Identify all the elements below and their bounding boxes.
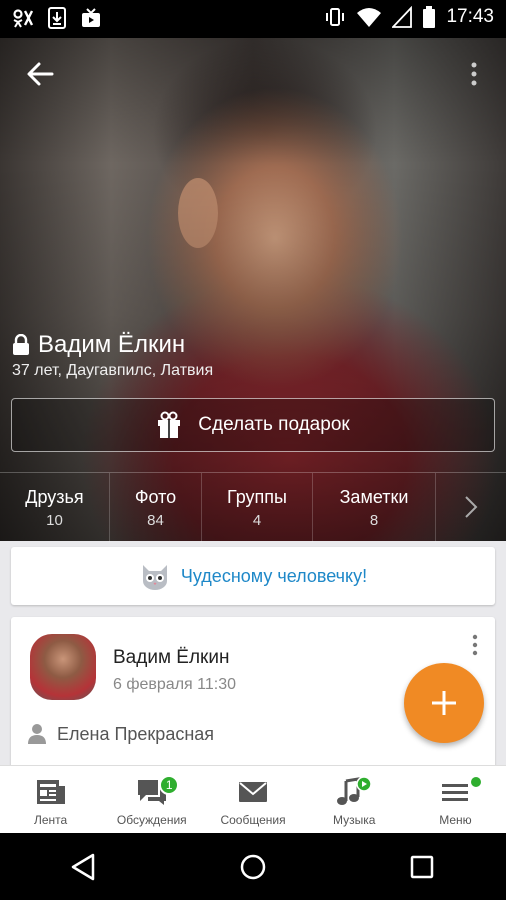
status-bar: 17:43 xyxy=(0,0,506,38)
nav-home-icon[interactable] xyxy=(238,852,268,882)
make-gift-label: Сделать подарок xyxy=(198,414,350,435)
post-with-user[interactable]: Елена Прекрасная xyxy=(27,723,214,745)
status-text: Чудесному человечку! xyxy=(180,565,368,586)
stat-label: Заметки xyxy=(339,486,409,507)
profile-cover-photo[interactable] xyxy=(0,38,506,541)
tab-feed[interactable]: Лента xyxy=(0,766,101,833)
profile-name-row: Вадим Ёлкин xyxy=(12,331,185,359)
plus-icon xyxy=(432,691,456,715)
avatar[interactable] xyxy=(30,634,96,700)
wifi-icon xyxy=(357,8,382,27)
tab-music[interactable]: Музыка xyxy=(304,766,405,833)
stat-value: 4 xyxy=(252,511,262,529)
stat-value: 84 xyxy=(147,511,164,529)
post-author[interactable]: Вадим Ёлкин xyxy=(113,647,229,669)
more-options-button[interactable] xyxy=(464,60,484,90)
menu-icon xyxy=(442,784,469,801)
with-user-name: Елена Прекрасная xyxy=(57,723,215,744)
stat-label: Друзья xyxy=(25,486,84,507)
signal-icon xyxy=(392,6,413,28)
stat-label: Группы xyxy=(227,486,287,507)
stat-value: 8 xyxy=(369,511,379,529)
arrow-back-icon xyxy=(27,62,54,86)
cover-photo-detail xyxy=(178,178,218,248)
status-time: 17:43 xyxy=(446,6,494,27)
stat-value: 10 xyxy=(46,511,63,529)
bottom-tab-bar: Лента 1 Обсуждения Сообщения Музыка Меню xyxy=(0,765,506,833)
download-icon xyxy=(48,7,66,29)
messages-icon xyxy=(239,782,267,802)
tab-label: Музыка xyxy=(332,813,376,827)
back-button[interactable] xyxy=(22,56,58,92)
tab-label: Сообщения xyxy=(220,813,286,827)
stats-scroll-button[interactable] xyxy=(436,473,506,541)
media-icon xyxy=(82,8,100,27)
tab-menu[interactable]: Меню xyxy=(405,766,506,833)
person-icon xyxy=(28,724,46,744)
stat-notes[interactable]: Заметки 8 xyxy=(313,473,436,542)
menu-notification-dot xyxy=(468,775,483,789)
odnoklassniki-icon xyxy=(13,9,34,28)
vibrate-icon xyxy=(326,8,345,26)
tab-label: Обсуждения xyxy=(116,813,187,827)
tab-messages[interactable]: Сообщения xyxy=(202,766,303,833)
cat-sticker-icon xyxy=(142,565,167,590)
battery-icon xyxy=(423,6,436,28)
discussions-badge: 1 xyxy=(159,775,180,795)
stat-label: Фото xyxy=(134,486,177,507)
chevron-right-icon xyxy=(465,496,478,518)
profile-stats: Друзья 10 Фото 84 Группы 4 Заметки 8 xyxy=(0,472,506,542)
tab-label: Меню xyxy=(439,813,472,827)
stat-groups[interactable]: Группы 4 xyxy=(202,473,313,542)
add-fab-button[interactable] xyxy=(404,663,484,743)
gift-icon xyxy=(158,411,181,438)
status-card[interactable]: Чудесному человечку! xyxy=(11,547,495,605)
more-vert-icon xyxy=(471,62,477,86)
lock-icon xyxy=(13,334,29,355)
post-more-button[interactable] xyxy=(471,633,479,657)
stat-friends[interactable]: Друзья 10 xyxy=(0,473,110,542)
stat-photos[interactable]: Фото 84 xyxy=(110,473,202,542)
profile-name: Вадим Ёлкин xyxy=(38,331,186,358)
make-gift-button[interactable]: Сделать подарок xyxy=(11,398,495,452)
music-icon xyxy=(337,777,372,805)
nav-back-icon[interactable] xyxy=(69,852,99,882)
system-nav-bar xyxy=(0,833,506,900)
more-vert-icon xyxy=(472,634,478,656)
post-date: 6 февраля 11:30 xyxy=(113,676,236,693)
tab-discussions[interactable]: 1 Обсуждения xyxy=(101,766,202,833)
feed-icon xyxy=(36,780,65,804)
profile-meta: 37 лет, Даугавпилс, Латвия xyxy=(12,362,214,379)
tab-label: Лента xyxy=(33,813,68,827)
nav-recents-icon[interactable] xyxy=(407,852,437,882)
